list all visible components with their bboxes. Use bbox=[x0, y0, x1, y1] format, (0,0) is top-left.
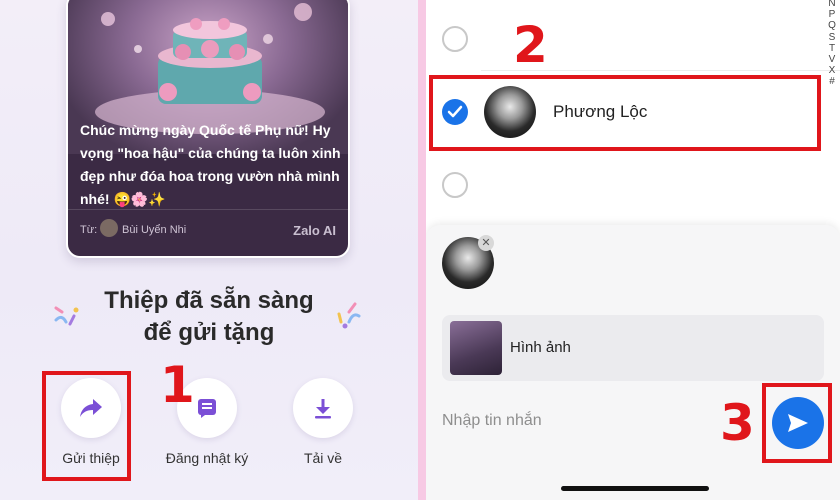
ready-title: Thiệp đã sẵn sàng để gửi tặng bbox=[0, 285, 418, 349]
card-preview-panel: Chúc mừng ngày Quốc tế Phụ nữ! Hy vọng "… bbox=[0, 0, 418, 500]
alpha-letter[interactable]: S bbox=[825, 32, 839, 43]
download-action[interactable]: Tải về bbox=[268, 378, 378, 466]
zalo-ai-logo: Zalo AI bbox=[293, 223, 336, 238]
post-diary-label: Đăng nhật ký bbox=[165, 450, 249, 466]
card-message: Chúc mừng ngày Quốc tế Phụ nữ! Hy vọng "… bbox=[80, 122, 341, 207]
alpha-letter[interactable]: X bbox=[825, 65, 839, 76]
step-number-3: 3 bbox=[720, 394, 755, 452]
diary-post-icon bbox=[198, 399, 216, 418]
from-label: Từ: bbox=[80, 224, 98, 236]
attachment-label: Hình ảnh bbox=[510, 339, 571, 356]
step-number-2: 2 bbox=[513, 16, 548, 74]
download-button[interactable] bbox=[293, 378, 353, 438]
remove-recipient-icon[interactable]: ✕ bbox=[478, 235, 494, 251]
alpha-letter[interactable]: N bbox=[825, 0, 839, 9]
attachment-preview: Hình ảnh bbox=[442, 315, 824, 381]
alpha-letter[interactable]: V bbox=[825, 54, 839, 65]
alpha-letter[interactable]: T bbox=[825, 43, 839, 54]
message-input[interactable]: Nhập tin nhắn bbox=[442, 412, 542, 430]
home-indicator bbox=[561, 486, 709, 491]
alpha-letter[interactable]: Q bbox=[825, 20, 839, 31]
contact-picker-panel: 2 Phương Lộc N P Q S T V X # ✕ Hình ảnh … bbox=[426, 0, 840, 500]
panel-divider bbox=[418, 0, 426, 500]
download-icon bbox=[315, 399, 331, 419]
highlight-box-step2 bbox=[429, 75, 821, 151]
contact-radio-unchecked[interactable] bbox=[442, 26, 468, 52]
highlight-box-step1 bbox=[42, 371, 131, 481]
alpha-letter[interactable]: P bbox=[825, 9, 839, 20]
step-number-1: 1 bbox=[160, 356, 195, 414]
greeting-card: Chúc mừng ngày Quốc tế Phụ nữ! Hy vọng "… bbox=[66, 0, 350, 258]
card-footer: Từ: Bùi Uyển Nhi Zalo AI bbox=[68, 209, 348, 256]
alphabet-index[interactable]: N P Q S T V X # bbox=[825, 0, 839, 88]
attachment-thumbnail bbox=[450, 321, 502, 375]
highlight-box-step3 bbox=[762, 383, 832, 463]
sender-avatar bbox=[100, 219, 118, 237]
ready-title-line2: để gửi tặng bbox=[143, 319, 275, 346]
sender-name: Bùi Uyển Nhi bbox=[122, 224, 187, 236]
download-label: Tải về bbox=[303, 450, 343, 466]
contact-radio-unchecked[interactable] bbox=[442, 172, 468, 198]
alpha-letter[interactable]: # bbox=[825, 76, 839, 87]
ready-title-line1: Thiệp đã sẵn sàng bbox=[104, 287, 314, 314]
